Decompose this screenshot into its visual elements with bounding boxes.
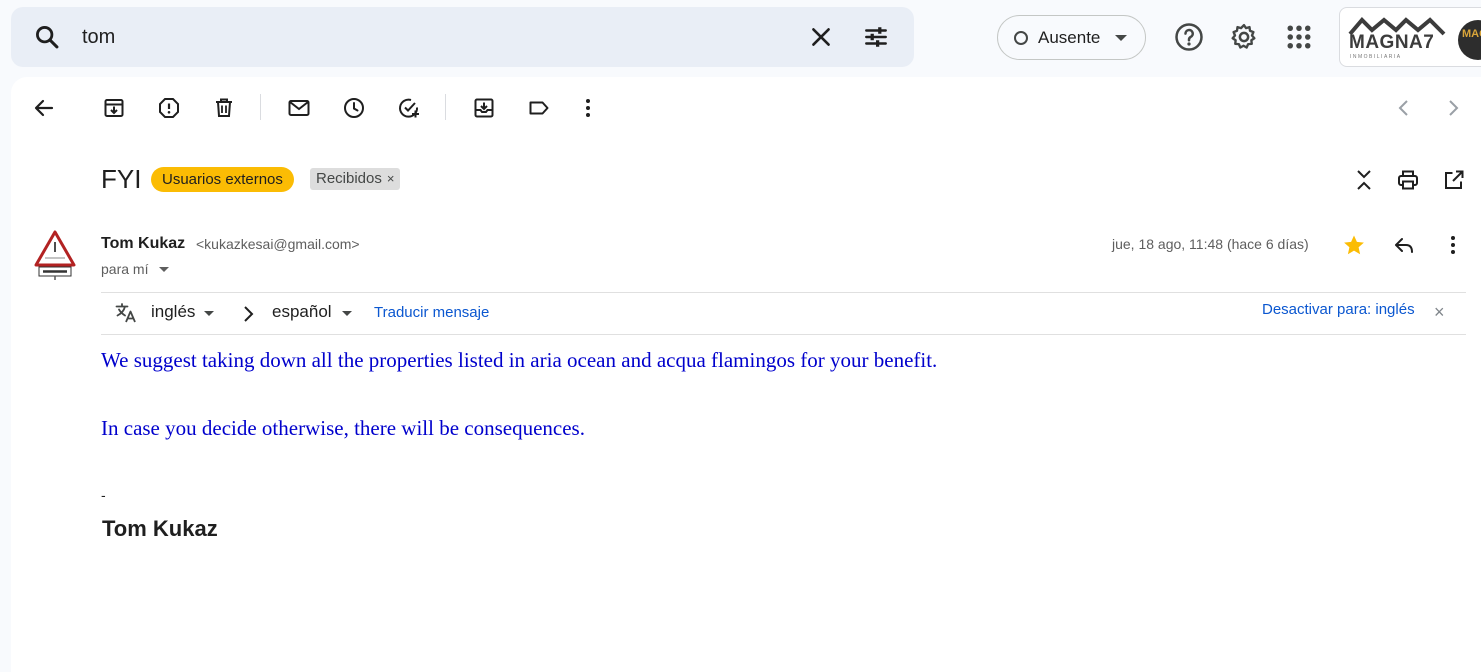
- chevron-right-icon: [244, 306, 254, 322]
- search-bar[interactable]: tom: [11, 7, 914, 67]
- translate-message-link[interactable]: Traducir mensaje: [374, 304, 489, 321]
- disable-translation-link[interactable]: Desactivar para: inglés: [1262, 301, 1415, 318]
- sender-email: <kukazkesai@gmail.com>: [196, 236, 360, 252]
- sender-name[interactable]: Tom Kukaz: [101, 235, 185, 253]
- report-spam-icon[interactable]: [157, 96, 181, 120]
- label-chip-inbox-text: Recibidos: [316, 170, 382, 187]
- search-icon[interactable]: [33, 23, 61, 51]
- help-icon[interactable]: [1174, 22, 1204, 52]
- target-language-select[interactable]: español: [272, 302, 332, 322]
- remove-label-icon[interactable]: ×: [387, 171, 395, 186]
- label-icon[interactable]: [527, 96, 551, 120]
- archive-icon[interactable]: [102, 96, 126, 120]
- chevron-down-icon[interactable]: [159, 267, 169, 272]
- open-in-new-window-icon[interactable]: [1442, 168, 1466, 192]
- close-translate-icon[interactable]: ×: [1434, 302, 1445, 323]
- older-icon[interactable]: [1392, 96, 1416, 120]
- chevron-down-icon[interactable]: [204, 311, 214, 316]
- close-icon[interactable]: [808, 24, 834, 50]
- apps-grid-icon[interactable]: [1284, 22, 1314, 52]
- body-paragraph: We suggest taking down all the propertie…: [101, 348, 938, 372]
- brand-logo-text: MAGNA7: [1349, 32, 1435, 53]
- more-vert-icon[interactable]: [1441, 233, 1465, 257]
- add-to-tasks-icon[interactable]: [397, 96, 421, 120]
- delete-icon[interactable]: [212, 96, 236, 120]
- signature-name: Tom Kukaz: [102, 516, 218, 541]
- newer-icon[interactable]: [1441, 96, 1465, 120]
- status-away-icon: [1014, 31, 1028, 45]
- sender-avatar[interactable]: [33, 229, 77, 281]
- print-icon[interactable]: [1396, 168, 1420, 192]
- move-to-icon[interactable]: [472, 96, 496, 120]
- avatar[interactable]: MAGNA: [1458, 20, 1481, 60]
- more-vert-icon[interactable]: [576, 96, 600, 120]
- star-icon[interactable]: [1342, 233, 1366, 257]
- search-input[interactable]: tom: [82, 26, 115, 49]
- chevron-down-icon[interactable]: [342, 311, 352, 316]
- gear-icon[interactable]: [1229, 22, 1259, 52]
- back-arrow-icon[interactable]: [32, 96, 56, 120]
- tune-icon[interactable]: [863, 24, 889, 50]
- chevron-down-icon: [1115, 35, 1127, 41]
- signature-separator: -: [101, 487, 106, 503]
- status-dropdown[interactable]: Ausente: [997, 15, 1146, 60]
- label-chip-external[interactable]: Usuarios externos: [151, 167, 294, 192]
- email-subject: FYI: [101, 164, 142, 194]
- label-chip-inbox[interactable]: Recibidos ×: [310, 168, 401, 190]
- body-paragraph: In case you decide otherwise, there will…: [101, 416, 585, 440]
- brand-logo-subtitle: INMOBILIARIA: [1350, 54, 1402, 60]
- mark-unread-icon[interactable]: [287, 96, 311, 120]
- account-brand[interactable]: MAGNA7 INMOBILIARIA MAGNA: [1339, 7, 1481, 67]
- source-language-select[interactable]: inglés: [151, 302, 195, 322]
- collapse-all-icon[interactable]: [1352, 168, 1376, 192]
- toolbar-divider: [260, 94, 261, 120]
- status-label: Ausente: [1038, 28, 1101, 47]
- email-date: jue, 18 ago, 11:48 (hace 6 días): [1112, 236, 1309, 252]
- toolbar-divider: [445, 94, 446, 120]
- translate-icon: [115, 303, 136, 323]
- recipient-details[interactable]: para mí: [101, 261, 148, 277]
- snooze-icon[interactable]: [342, 96, 366, 120]
- reply-icon[interactable]: [1392, 233, 1416, 257]
